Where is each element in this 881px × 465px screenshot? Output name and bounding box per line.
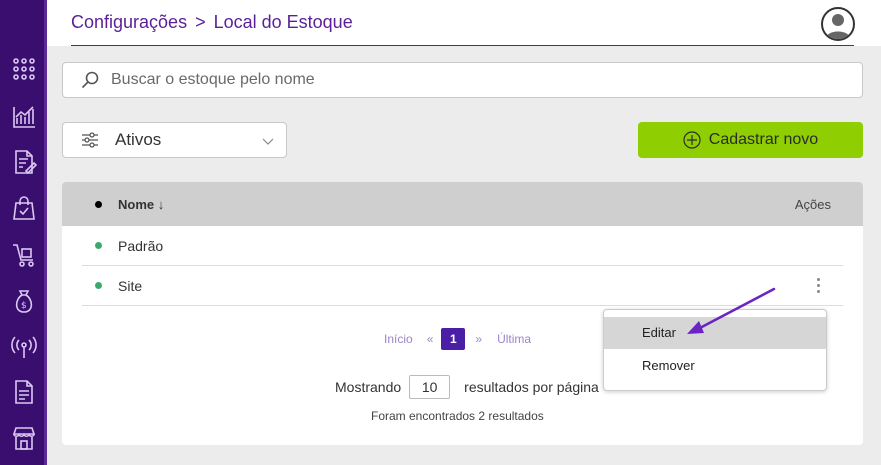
row-actions-kebab-icon[interactable] — [810, 274, 826, 296]
user-icon — [826, 14, 850, 39]
column-name-label: Nome — [118, 197, 155, 212]
search-field[interactable] — [62, 62, 863, 98]
sidebar: $ — [0, 0, 47, 465]
apps-grid-icon[interactable] — [9, 54, 39, 84]
cart-icon[interactable] — [9, 240, 39, 270]
breadcrumb-separator: > — [195, 12, 206, 32]
table-row[interactable]: Padrão — [82, 226, 843, 266]
results-count: Foram encontrados 2 resultados — [371, 409, 544, 423]
menu-item-remove[interactable]: Remover — [604, 350, 826, 382]
breadcrumb: Configurações > Local do Estoque — [71, 12, 353, 33]
chart-icon[interactable] — [9, 102, 39, 132]
status-dot — [95, 242, 102, 249]
breadcrumb-parent[interactable]: Configurações — [71, 12, 187, 33]
pagination-prev[interactable]: « — [427, 332, 434, 346]
column-header-actions: Ações — [794, 197, 831, 212]
breadcrumb-current: Local do Estoque — [213, 12, 353, 32]
main-content: Configurações > Local do Estoque Ativos — [47, 0, 881, 465]
pagination-next[interactable]: » — [475, 332, 482, 346]
pagination-last[interactable]: Última — [497, 332, 531, 346]
pagination: Início « 1 » Última — [384, 328, 531, 350]
svg-text:$: $ — [21, 301, 27, 311]
menu-item-edit[interactable]: Editar — [604, 317, 826, 349]
row-name: Padrão — [118, 238, 164, 254]
shopping-bag-icon[interactable] — [9, 193, 39, 223]
column-header-name[interactable]: Nome ↓ — [118, 197, 164, 212]
search-input[interactable] — [111, 71, 811, 89]
per-page-input[interactable] — [409, 375, 451, 399]
filter-selected-label: Ativos — [115, 130, 162, 149]
plus-circle-icon — [683, 131, 701, 149]
search-icon — [81, 71, 99, 89]
header-divider — [71, 45, 854, 46]
per-page-suffix: resultados por página — [464, 379, 599, 395]
document-edit-icon[interactable] — [9, 147, 39, 177]
status-header-dot — [95, 201, 102, 208]
sort-arrow-icon: ↓ — [157, 197, 165, 212]
money-bag-icon[interactable]: $ — [9, 286, 39, 316]
storefront-icon[interactable] — [9, 423, 39, 453]
table-header: Nome ↓ Ações — [62, 182, 863, 226]
user-avatar[interactable] — [821, 7, 855, 41]
row-divider — [82, 305, 843, 306]
add-new-label: Cadastrar novo — [708, 131, 819, 148]
filter-sliders-icon — [82, 132, 98, 148]
status-filter-select[interactable]: Ativos — [62, 122, 287, 158]
invoice-icon[interactable] — [9, 377, 39, 407]
add-new-button[interactable]: Cadastrar novo — [638, 122, 863, 158]
status-dot — [95, 282, 102, 289]
per-page-prefix: Mostrando — [335, 379, 402, 395]
row-name: Site — [118, 278, 143, 294]
pagination-current-page[interactable]: 1 — [441, 328, 466, 350]
per-page-control: Mostrando resultados por página — [335, 375, 599, 399]
pagination-first[interactable]: Início — [384, 332, 413, 346]
row-actions-menu: Editar Remover — [603, 309, 827, 391]
table-row[interactable]: Site — [82, 266, 843, 306]
chevron-down-icon — [262, 138, 274, 145]
broadcast-icon[interactable] — [9, 332, 39, 362]
top-bar: Configurações > Local do Estoque — [47, 0, 881, 46]
